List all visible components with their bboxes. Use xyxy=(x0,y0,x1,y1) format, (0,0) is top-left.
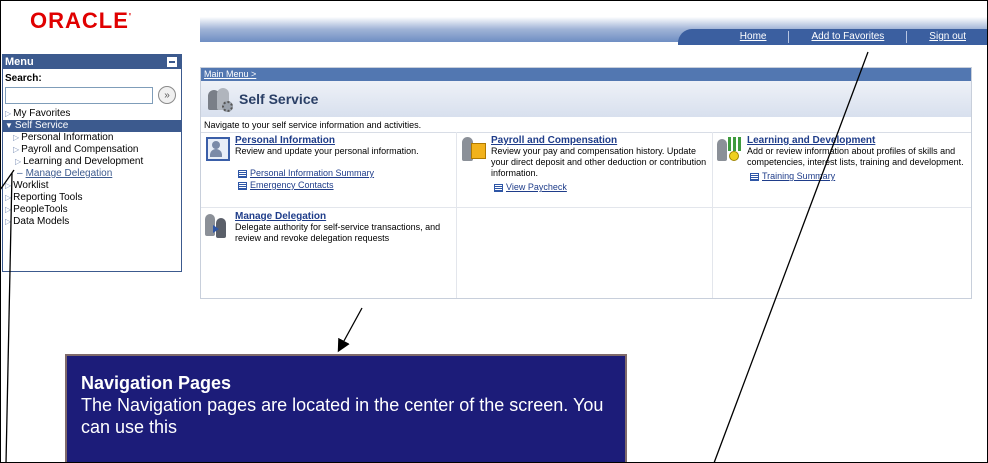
triangle-down-icon: ▼ xyxy=(5,121,13,130)
search-go-button[interactable]: » xyxy=(158,86,176,104)
collapse-icon[interactable] xyxy=(167,57,177,67)
triangle-right-icon: ▷ xyxy=(5,109,12,118)
breadcrumb-main-menu-link[interactable]: Main Menu > xyxy=(204,69,256,79)
menu-header: Menu xyxy=(3,55,181,69)
manage-delegation-link[interactable]: Manage Delegation xyxy=(235,211,453,222)
menu-item-learning-and-development[interactable]: ▷ Learning and Development xyxy=(3,156,181,168)
personal-information-summary-link[interactable]: Personal Information Summary xyxy=(238,168,453,179)
search-input[interactable] xyxy=(5,86,153,104)
category-learning-and-development: Learning and Development Add or review i… xyxy=(713,132,971,208)
breadcrumb: Main Menu > xyxy=(201,68,971,81)
menu-item-self-service[interactable]: ▼ Self Service xyxy=(3,120,181,132)
callout-title: Navigation Pages xyxy=(81,373,232,393)
callout-arrow xyxy=(337,307,363,353)
oracle-logo: ORACLE' xyxy=(30,8,133,33)
menu-item-worklist[interactable]: ▷ Worklist xyxy=(3,180,181,192)
payroll-icon[interactable] xyxy=(460,135,488,165)
callout-text: The Navigation pages are located in the … xyxy=(81,395,604,437)
category-description: Add or review information about profiles… xyxy=(747,146,964,167)
triangle-right-icon: ▷ xyxy=(5,181,12,190)
sign-out-link[interactable]: Sign out xyxy=(906,31,988,43)
menu-item-reporting-tools[interactable]: ▷ Reporting Tools xyxy=(3,192,181,204)
navigation-panel: Main Menu > Self Service Navigate to you… xyxy=(200,67,972,299)
header-nav: Home Add to Favorites Sign out xyxy=(677,29,988,45)
learning-and-development-link[interactable]: Learning and Development xyxy=(747,135,968,146)
header-band: Home Add to Favorites Sign out xyxy=(200,0,988,45)
empty-cell xyxy=(713,208,971,298)
search-label: Search: xyxy=(5,73,42,84)
title-bar: Self Service xyxy=(201,81,971,117)
double-chevron-right-icon: » xyxy=(164,89,170,101)
triangle-right-icon: ▷ xyxy=(5,193,12,202)
add-to-favorites-link[interactable]: Add to Favorites xyxy=(788,31,906,43)
category-description: Review your pay and compensation history… xyxy=(491,146,707,178)
menu-item-personal-information[interactable]: ▷ Personal Information xyxy=(3,132,181,144)
emergency-contacts-link[interactable]: Emergency Contacts xyxy=(238,180,453,191)
category-payroll-and-compensation: Payroll and Compensation Review your pay… xyxy=(457,132,713,208)
document-icon xyxy=(238,169,247,178)
menu-item-my-favorites[interactable]: ▷ My Favorites xyxy=(3,108,181,120)
menu-title: Menu xyxy=(5,56,34,68)
document-icon xyxy=(750,172,759,181)
document-icon xyxy=(494,183,503,192)
search-row: » xyxy=(3,84,181,106)
menu-item-data-models[interactable]: ▷ Data Models xyxy=(3,216,181,228)
category-manage-delegation: Manage Delegation Delegate authority for… xyxy=(201,208,457,298)
category-description: Review and update your personal informat… xyxy=(235,146,419,156)
triangle-right-icon: ▷ xyxy=(5,205,12,214)
menu-item-payroll-and-compensation[interactable]: ▷ Payroll and Compensation xyxy=(3,144,181,156)
intro-text: Navigate to your self service informatio… xyxy=(201,117,971,133)
navigation-pages-callout: Navigation Pages The Navigation pages ar… xyxy=(65,354,627,463)
menu-item-manage-delegation[interactable]: – Manage Delegation xyxy=(3,168,181,180)
personal-info-icon[interactable] xyxy=(204,135,232,165)
personal-information-link[interactable]: Personal Information xyxy=(235,135,453,146)
category-personal-information: Personal Information Review and update y… xyxy=(201,132,457,208)
dash-icon: – xyxy=(17,168,23,179)
page-title: Self Service xyxy=(239,91,319,107)
category-grid: Personal Information Review and update y… xyxy=(201,132,971,298)
menu-list: ▷ My Favorites ▼ Self Service ▷ Personal In… xyxy=(3,108,181,228)
triangle-right-icon: ▷ xyxy=(13,145,20,154)
view-paycheck-link[interactable]: View Paycheck xyxy=(494,182,709,193)
delegation-icon[interactable] xyxy=(204,211,232,241)
triangle-right-icon: ▷ xyxy=(15,157,22,166)
empty-cell xyxy=(457,208,713,298)
document-icon xyxy=(238,181,247,190)
menu-panel: Menu Search: » ▷ My Favorites ▼ Self Servi… xyxy=(2,54,182,272)
self-service-icon xyxy=(207,86,233,112)
triangle-right-icon: ▷ xyxy=(5,217,12,226)
menu-item-peopletools[interactable]: ▷ PeopleTools xyxy=(3,204,181,216)
triangle-right-icon: ▷ xyxy=(13,133,20,142)
category-description: Delegate authority for self-service tran… xyxy=(235,222,441,243)
payroll-and-compensation-link[interactable]: Payroll and Compensation xyxy=(491,135,709,146)
home-link[interactable]: Home xyxy=(718,31,789,43)
training-summary-link[interactable]: Training Summary xyxy=(750,171,968,182)
learning-icon[interactable] xyxy=(716,135,744,165)
